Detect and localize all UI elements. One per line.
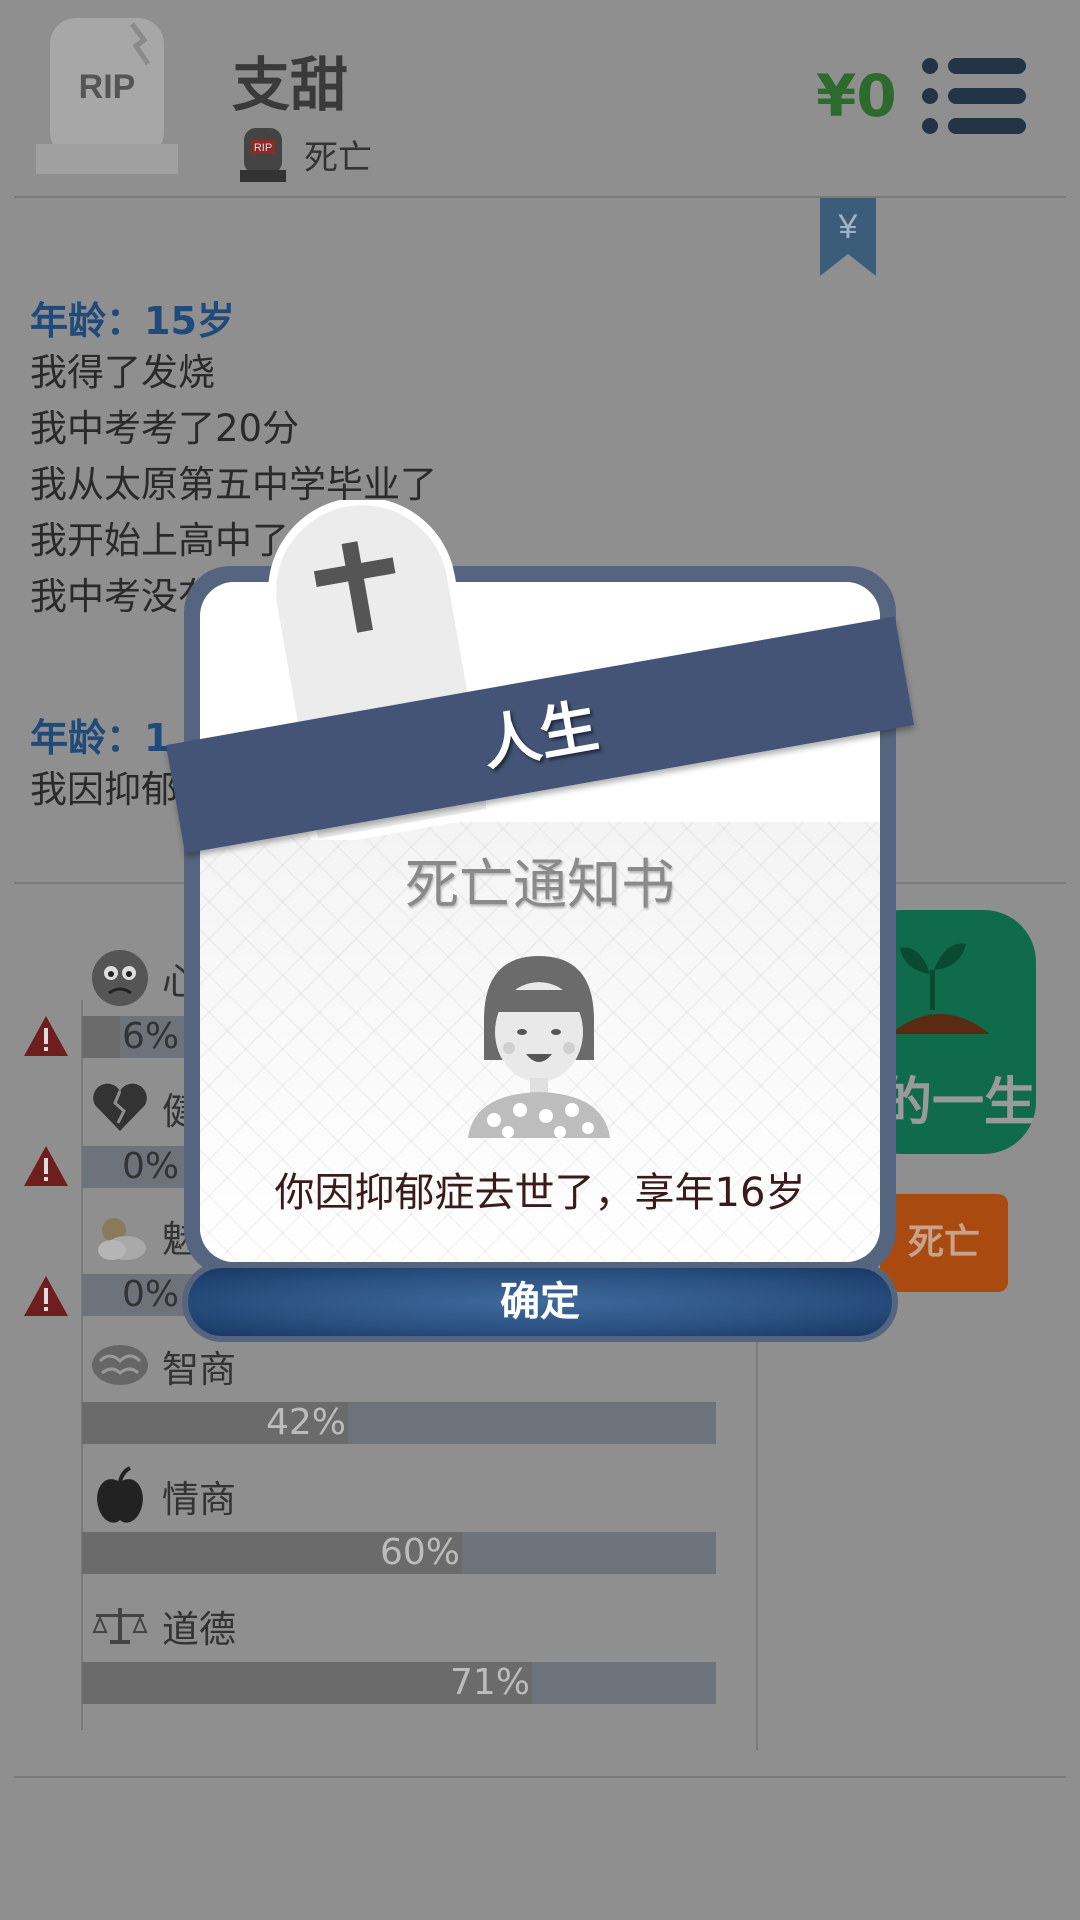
character-name: 支甜 [232,51,349,119]
money-display: ¥0 [816,62,897,130]
stat-label: 智商 [162,1348,236,1391]
log-event: 我中考考了20分 [30,407,300,450]
confirm-button-label: 确定 [500,1279,580,1325]
broken-heart-icon [90,1078,150,1138]
stat-percent: 71% [449,1662,530,1703]
stat-percent: 60% [379,1532,460,1573]
sprout-icon [890,943,990,1034]
footer-divider [14,1776,1066,1778]
scales-icon [90,1596,150,1656]
stat-bar-iq: 42% [82,1402,716,1444]
apple-icon [90,1466,150,1526]
brain-icon [90,1336,150,1396]
confirm-button[interactable]: 确定 [182,1262,898,1342]
bookmark-icon[interactable]: ¥ [820,198,876,276]
stat-label: 道德 [162,1608,236,1651]
stat-label: 情商 [162,1478,236,1521]
stat-bar-eq: 60% [82,1532,716,1574]
header-divider [14,196,1066,198]
svg-text:RIP: RIP [254,142,272,154]
stat-label-morality: 道德 [90,1596,236,1656]
stat-label-charm: 魅 [90,1206,199,1266]
stat-bar-morality: 71% [82,1662,716,1704]
warning-icon [24,1146,68,1186]
stat-label-iq: 智商 [90,1336,236,1396]
mini-tombstone-icon: RIP [240,128,286,182]
notice-title: 死亡通知书 [405,853,675,916]
death-button[interactable]: 死亡 [880,1194,1008,1292]
life-summary-label: 的一生 [880,1073,1036,1133]
death-message: 你因抑郁症去世了，享年16岁 [274,1170,806,1216]
girl-avatar-icon [468,956,610,1138]
svg-text:¥: ¥ [838,208,858,246]
log-event: 我得了发烧 [30,351,215,394]
rip-tombstone-icon: RIP [36,18,178,174]
stats-axis-line [81,1000,83,1730]
death-button-label: 死亡 [907,1222,980,1263]
stat-percent: 0% [122,1146,180,1187]
stat-label-mood: 心 [90,948,199,1008]
sad-face-icon [90,948,150,1008]
stat-percent: 0% [122,1274,180,1315]
warning-icon [24,1276,68,1316]
warning-icon [24,1016,68,1056]
stat-percent: 42% [265,1402,346,1443]
menu-icon[interactable] [922,58,1026,134]
status-row: RIP 死亡 [238,124,372,184]
svg-text:RIP: RIP [79,68,136,106]
weather-icon [90,1206,150,1266]
stat-label-health: 健 [90,1078,199,1138]
stat-bar-fill [82,1016,120,1058]
status-text: 死亡 [304,137,372,178]
stat-percent: 6% [122,1016,180,1057]
age-heading: 年龄：15岁 [30,299,235,343]
stat-label-eq: 情商 [90,1466,236,1526]
